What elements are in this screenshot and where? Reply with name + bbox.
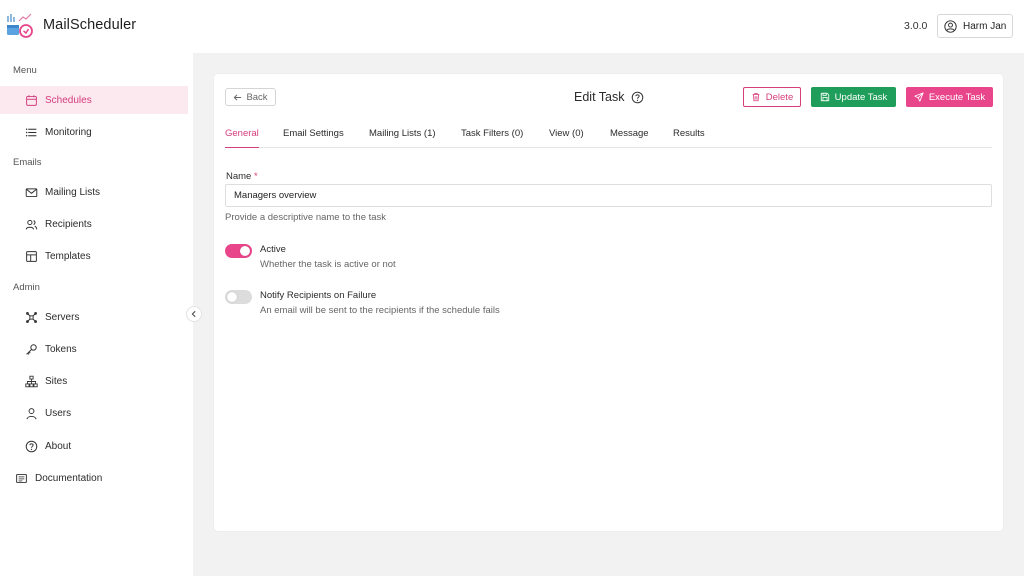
- sidebar-section-menu: Menu: [13, 65, 37, 76]
- sidebar-item-label: Schedules: [45, 94, 92, 106]
- name-label-text: Name: [226, 171, 252, 182]
- edit-task-card: Back Edit Task Delete Update Task Execut…: [214, 74, 1003, 531]
- sidebar-item-label: Recipients: [45, 218, 92, 230]
- app-logo-icon: [7, 13, 33, 38]
- servers-icon: [26, 311, 37, 323]
- sidebar-collapse-button[interactable]: [186, 306, 202, 322]
- sidebar-item-sites[interactable]: Sites: [0, 367, 188, 395]
- sidebar-item-tokens[interactable]: Tokens: [0, 335, 188, 363]
- users-icon: [25, 219, 38, 230]
- update-task-label: Update Task: [834, 91, 888, 103]
- key-icon: [26, 343, 37, 355]
- sidebar-item-label: Mailing Lists: [45, 186, 101, 198]
- name-help-text: Provide a descriptive name to the task: [225, 212, 387, 223]
- tab-email-settings[interactable]: Email Settings: [283, 128, 344, 148]
- book-icon: [16, 473, 27, 483]
- sidebar-item-templates[interactable]: Templates: [0, 242, 188, 270]
- app-title: MailScheduler: [43, 17, 137, 33]
- list-icon: [25, 128, 37, 136]
- help-icon[interactable]: [631, 91, 644, 104]
- trash-icon: [752, 93, 760, 102]
- sidebar-item-label: Servers: [45, 311, 80, 323]
- tab-message[interactable]: Message: [610, 128, 649, 148]
- app-version: 3.0.0: [904, 20, 928, 32]
- arrow-left-icon: [234, 93, 242, 101]
- sidebar-item-label: Tokens: [45, 343, 77, 355]
- chevron-left-icon: [191, 310, 196, 318]
- notify-failure-description: An email will be sent to the recipients …: [260, 305, 500, 316]
- top-bar: MailScheduler 3.0.0 Harm Jan: [0, 0, 1024, 53]
- user-name: Harm Jan: [963, 20, 1007, 32]
- back-label: Back: [246, 91, 268, 103]
- sidebar-item-recipients[interactable]: Recipients: [0, 210, 188, 238]
- send-icon: [914, 92, 924, 102]
- sidebar-item-label: Sites: [45, 375, 68, 387]
- active-description: Whether the task is active or not: [260, 259, 396, 270]
- sidebar-item-users[interactable]: Users: [0, 399, 188, 427]
- toggle-knob: [240, 246, 250, 256]
- required-marker: *: [253, 171, 258, 182]
- back-button[interactable]: Back: [225, 88, 276, 106]
- tab-general[interactable]: General: [225, 128, 259, 148]
- active-toggle[interactable]: [225, 244, 252, 258]
- sidebar-item-label: Templates: [45, 250, 91, 262]
- sidebar-item-mailing-lists[interactable]: Mailing Lists: [0, 178, 188, 206]
- tab-task-filters[interactable]: Task Filters (0): [461, 128, 523, 148]
- delete-label: Delete: [765, 91, 794, 103]
- sidebar-item-schedules[interactable]: Schedules: [0, 86, 188, 114]
- sidebar-item-label: About: [45, 440, 72, 452]
- template-icon: [26, 250, 37, 262]
- calendar-icon: [26, 94, 37, 106]
- user-circle-icon: [944, 19, 957, 33]
- name-input[interactable]: [225, 184, 992, 207]
- tab-mailing-lists[interactable]: Mailing Lists (1): [369, 128, 436, 148]
- notify-failure-toggle[interactable]: [225, 290, 252, 304]
- sidebar-section-admin: Admin: [13, 282, 40, 293]
- task-tabs: General Email Settings Mailing Lists (1)…: [225, 126, 992, 148]
- tab-results[interactable]: Results: [673, 128, 705, 148]
- sidebar-item-label: Users: [45, 407, 72, 419]
- sitemap-icon: [25, 375, 38, 387]
- update-task-button[interactable]: Update Task: [811, 87, 896, 107]
- sidebar-item-monitoring[interactable]: Monitoring: [0, 118, 188, 146]
- sidebar-item-label: Documentation: [35, 472, 103, 484]
- sidebar-item-about[interactable]: About: [0, 432, 188, 460]
- sidebar: Menu Schedules Monitoring Emails Mailing…: [0, 53, 193, 576]
- execute-task-button[interactable]: Execute Task: [906, 87, 993, 107]
- sidebar-section-emails: Emails: [13, 157, 42, 168]
- sidebar-item-label: Monitoring: [45, 126, 92, 138]
- mail-icon: [25, 187, 38, 197]
- user-icon: [26, 407, 37, 419]
- save-icon: [820, 92, 829, 102]
- page-title: Edit Task: [574, 90, 644, 104]
- delete-button[interactable]: Delete: [743, 87, 801, 107]
- notify-failure-title: Notify Recipients on Failure: [260, 290, 377, 301]
- toggle-knob: [227, 292, 237, 302]
- name-field-label: Name *: [226, 171, 258, 182]
- active-title: Active: [260, 244, 286, 255]
- user-menu-button[interactable]: Harm Jan: [937, 14, 1013, 38]
- sidebar-item-servers[interactable]: Servers: [0, 303, 188, 331]
- tab-view[interactable]: View (0): [549, 128, 584, 148]
- execute-task-label: Execute Task: [928, 91, 986, 103]
- page-title-text: Edit Task: [574, 90, 625, 104]
- sidebar-item-documentation[interactable]: Documentation: [0, 464, 188, 492]
- help-circle-icon: [25, 440, 38, 452]
